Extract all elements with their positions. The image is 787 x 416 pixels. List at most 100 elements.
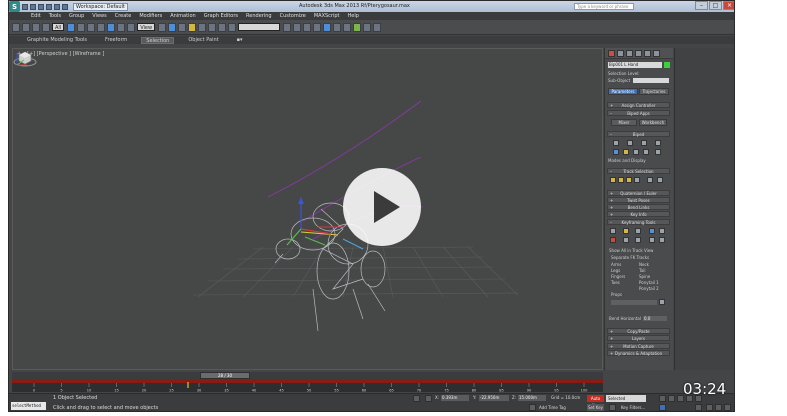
menu-tools[interactable]: Tools	[49, 13, 61, 19]
rollout-motion-capture[interactable]: + Motion Capture	[607, 343, 670, 349]
menu-create[interactable]: Create	[115, 13, 132, 19]
rollout-biped-apps[interactable]: – Biped Apps	[607, 110, 670, 116]
new-file-icon[interactable]	[22, 3, 28, 10]
align-icon[interactable]	[293, 22, 302, 32]
menu-maxscript[interactable]: MAXScript	[314, 13, 340, 19]
zoom-icon[interactable]	[706, 404, 713, 411]
unlink-icon[interactable]	[42, 22, 50, 32]
graphite-toggle-icon[interactable]	[313, 22, 322, 32]
percent-snap-icon[interactable]	[208, 22, 217, 32]
key-filters-button[interactable]: Key Filters...	[621, 405, 645, 410]
buffer-icon[interactable]	[655, 149, 661, 155]
previous-frame-icon[interactable]	[668, 395, 675, 402]
ribbon-toggle-icon[interactable]: ▪▾	[233, 37, 247, 44]
mirror-key-icon[interactable]	[623, 237, 629, 243]
load-file-icon[interactable]	[613, 149, 619, 155]
props-label[interactable]: Props	[611, 292, 622, 297]
select-manipulate-icon[interactable]	[168, 22, 177, 32]
time-slider[interactable]: 28 / 30	[12, 372, 603, 379]
window-crossing-icon[interactable]	[97, 22, 106, 32]
select-object-icon[interactable]	[67, 22, 76, 32]
maxscript-listener-input[interactable]: selectMethod	[11, 402, 46, 410]
menu-customize[interactable]: Customize	[280, 13, 306, 19]
set-planted-key-icon[interactable]	[623, 228, 629, 234]
mirror-icon[interactable]	[283, 22, 292, 32]
workbench-button[interactable]: Workbench	[639, 119, 667, 126]
set-free-key-icon[interactable]	[649, 228, 655, 234]
mixer-button[interactable]: Mixer	[611, 119, 637, 126]
bend-horizontal-spinner[interactable]: 0.0	[643, 316, 667, 321]
auto-key-button[interactable]: Auto Key	[587, 395, 604, 408]
redo-toolbar-icon[interactable]	[22, 22, 30, 32]
angle-snap-icon[interactable]	[198, 22, 207, 32]
rollout-twist-poses[interactable]: + Twist Poses	[607, 197, 670, 203]
rollout-dynamics[interactable]: + Dynamics & Adaptation	[607, 350, 670, 356]
parameters-button[interactable]: Parameters	[608, 88, 638, 95]
anchor-icon[interactable]	[635, 237, 641, 243]
maximize-button[interactable]: □	[709, 1, 722, 10]
z-coord-field[interactable]: 15.000m	[518, 395, 546, 401]
close-button[interactable]: ×	[723, 1, 734, 10]
motion-flow-icon[interactable]	[641, 140, 647, 146]
object-color-swatch[interactable]	[664, 62, 670, 68]
add-time-tag-label[interactable]: Add Time Tag	[539, 405, 566, 410]
rollout-copy-paste[interactable]: + Copy/Paste	[607, 328, 670, 334]
keyboard-shortcut-icon[interactable]	[178, 22, 187, 32]
rollout-assign-controller[interactable]: + Assign Controller	[607, 102, 670, 108]
fk-track-arms[interactable]: Arms	[611, 262, 621, 267]
scale-icon[interactable]	[127, 22, 136, 32]
fk-track-toes[interactable]: Toes	[611, 280, 620, 285]
motion-tab-icon[interactable]	[635, 49, 642, 57]
minimize-button[interactable]: –	[695, 1, 708, 10]
snaps-toggle-icon[interactable]	[188, 22, 197, 32]
tab-freeform[interactable]: Freeform	[101, 37, 131, 44]
rollout-layers[interactable]: + Layers	[607, 335, 670, 341]
menu-animation[interactable]: Animation	[170, 13, 196, 19]
rollout-quaternion-euler[interactable]: + Quaternion / Euler	[607, 190, 670, 196]
undo-icon[interactable]	[46, 3, 52, 10]
maximize-viewport-icon[interactable]	[724, 404, 731, 411]
project-folder-icon[interactable]	[62, 3, 68, 10]
fk-track-legs[interactable]: Legs	[611, 268, 620, 273]
show-all-track-view-checkbox[interactable]: Show All in Track View	[609, 248, 653, 253]
track-bar[interactable]: 0 5 10 15 20 25 30 35 40 45 50 55 60 65 70 75 80 85 90 95 10…	[12, 379, 603, 392]
video-play-button[interactable]	[343, 168, 421, 246]
modes-display-label[interactable]: Modes and Display	[608, 158, 646, 163]
object-name-field[interactable]: Bip001 L Hand	[608, 62, 662, 68]
menu-edit[interactable]: Edit	[31, 13, 41, 19]
y-coord-field[interactable]: -22.950m	[479, 395, 509, 401]
mixer-mode-icon[interactable]	[655, 140, 661, 146]
move-icon[interactable]	[107, 22, 116, 32]
time-tag-icon[interactable]	[529, 404, 536, 411]
lock-cog-icon[interactable]	[634, 177, 640, 183]
props-picker-icon[interactable]	[659, 299, 665, 305]
fk-track-neck[interactable]: Neck	[639, 262, 649, 267]
orbit-icon[interactable]	[715, 404, 722, 411]
rotate-icon[interactable]	[117, 22, 126, 32]
key-selection-dropdown[interactable]: Selected	[606, 395, 646, 402]
modify-tab-icon[interactable]	[617, 49, 624, 57]
hierarchy-tab-icon[interactable]	[626, 49, 633, 57]
open-file-icon[interactable]	[30, 3, 36, 10]
x-coord-field[interactable]: 0.393m	[441, 395, 469, 401]
clear-all-icon[interactable]	[659, 237, 665, 243]
menu-modifiers[interactable]: Modifiers	[139, 13, 162, 19]
link-icon[interactable]	[32, 22, 40, 32]
fk-track-fingers[interactable]: Fingers	[611, 274, 625, 279]
convert-icon[interactable]	[633, 149, 639, 155]
lock-selection-icon[interactable]	[413, 395, 420, 402]
trajectories-button[interactable]: Trajectories	[639, 88, 669, 95]
delete-key-icon[interactable]	[610, 237, 616, 243]
clear-selected-icon[interactable]	[649, 237, 655, 243]
named-selection-dropdown[interactable]	[238, 23, 281, 31]
pivot-center-icon[interactable]	[158, 22, 167, 32]
rectangular-selection-icon[interactable]	[87, 22, 96, 32]
fk-track-ponytail-2[interactable]: Ponytail 2	[639, 286, 659, 291]
time-slider-thumb[interactable]: 28 / 30	[200, 372, 250, 379]
move-all-icon[interactable]	[643, 149, 649, 155]
figure-mode-icon[interactable]	[613, 140, 619, 146]
set-key-icon[interactable]	[609, 404, 616, 411]
selection-filter-dropdown[interactable]: All	[52, 23, 65, 31]
menu-group[interactable]: Group	[69, 13, 84, 19]
edit-named-selection-icon[interactable]	[228, 22, 237, 32]
